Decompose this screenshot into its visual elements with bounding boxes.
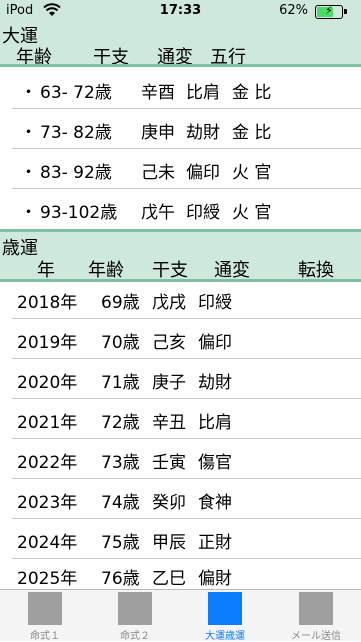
charging-bolt-icon: ⚡ (325, 4, 333, 17)
saiun-header-topline (0, 229, 361, 232)
saiun-age: 70歳 (101, 333, 140, 353)
taiun-kanshi: 戊午 (141, 203, 175, 223)
saiun-tsuhen: 偏印 (198, 333, 232, 353)
meishiki-1-icon (28, 592, 62, 625)
taiun-kanshi: 庚申 (141, 123, 175, 143)
saiun-kanshi: 癸卯 (152, 493, 186, 513)
saiun-year: 2023年 (17, 493, 78, 513)
meishiki-2-icon (118, 592, 152, 625)
taiun-age: 73- 82歳 (40, 123, 112, 143)
tab-meishiki-2[interactable]: 命式２ (90, 590, 180, 642)
taiun-tsuhen: 偏印 (186, 163, 220, 183)
taiun-age: 63- 72歳 (40, 83, 112, 103)
taiun-age: 83- 92歳 (40, 163, 112, 183)
saiun-row: 2020年 71歳 庚子 劫財 (0, 359, 361, 399)
saiun-age: 76歳 (101, 569, 140, 589)
saiun-row: 2023年 74歳 癸卯 食神 (0, 479, 361, 519)
taiun-row: ・ 73- 82歳 庚申 劫財 金 比 (0, 109, 361, 149)
taiun-gogyo: 金 比 (232, 83, 272, 103)
saiun-year: 2025年 (17, 569, 78, 589)
saiun-tsuhen: 印綬 (198, 293, 232, 313)
saiun-kanshi: 庚子 (152, 373, 186, 393)
saiun-year: 2019年 (17, 333, 78, 353)
saiun-tsuhen: 傷官 (198, 453, 232, 473)
taiun-kanshi: 己未 (141, 163, 175, 183)
taiun-tsuhen: 印綬 (186, 203, 220, 223)
saiun-tsuhen: 偏財 (198, 569, 232, 589)
row-bullet: ・ (20, 163, 37, 183)
saiun-tsuhen: 食神 (198, 493, 232, 513)
saiun-row: 2021年 72歳 辛丑 比肩 (0, 399, 361, 439)
saiun-year: 2018年 (17, 293, 78, 313)
saiun-age: 72歳 (101, 413, 140, 433)
saiun-kanshi: 戊戌 (152, 293, 186, 313)
taiun-header: 大運 年齢 干支 通変 五行 (0, 22, 361, 68)
saiun-tsuhen: 比肩 (198, 413, 232, 433)
saiun-year: 2022年 (17, 453, 78, 473)
saiun-row: 2024年 75歳 甲辰 正財 (0, 519, 361, 559)
saiun-year: 2020年 (17, 373, 78, 393)
taiun-gogyo: 金 比 (232, 123, 272, 143)
saiun-year: 2024年 (17, 533, 78, 553)
tab-bar: 命式１ 命式２ 大運歳運 メール送信 (0, 589, 361, 642)
saiun-header: 歳運 年 年齢 干支 通変 転換 (0, 229, 361, 282)
row-bullet: ・ (20, 203, 37, 223)
taiun-row: ・ 83- 92歳 己未 偏印 火 官 (0, 149, 361, 189)
row-bullet: ・ (20, 83, 37, 103)
saiun-title: 歳運 (2, 238, 38, 259)
taiun-tsuhen: 比肩 (186, 83, 220, 103)
saiun-tsuhen: 正財 (198, 533, 232, 553)
saiun-tsuhen: 劫財 (198, 373, 232, 393)
saiun-row: 2022年 73歳 壬寅 傷官 (0, 439, 361, 479)
taiun-gogyo: 火 官 (232, 203, 272, 223)
taiun-header-line (0, 64, 361, 67)
battery-tip (344, 9, 347, 14)
saiun-age: 74歳 (101, 493, 140, 513)
saiun-kanshi: 壬寅 (152, 453, 186, 473)
saiun-age: 75歳 (101, 533, 140, 553)
battery-percent: 62% (279, 3, 308, 18)
taiun-tsuhen: 劫財 (186, 123, 220, 143)
tab-taiun-saiun[interactable]: 大運歳運 (180, 590, 270, 642)
saiun-row: 2019年 70歳 己亥 偏印 (0, 319, 361, 359)
mail-icon (299, 592, 333, 625)
taiun-saiun-icon (208, 592, 242, 625)
taiun-row: ・ 63- 72歳 辛酉 比肩 金 比 (0, 69, 361, 109)
taiun-age: 93-102歳 (40, 203, 118, 223)
saiun-age: 73歳 (101, 453, 140, 473)
taiun-gogyo: 火 官 (232, 163, 272, 183)
saiun-row: 2018年 69歳 戊戌 印綬 (0, 279, 361, 319)
tab-meishiki-1[interactable]: 命式１ (0, 590, 90, 642)
row-bullet: ・ (20, 123, 37, 143)
saiun-kanshi: 乙巳 (152, 569, 186, 589)
taiun-row: ・ 93-102歳 戊午 印綬 火 官 (0, 189, 361, 229)
saiun-kanshi: 己亥 (152, 333, 186, 353)
saiun-kanshi: 辛丑 (152, 413, 186, 433)
saiun-age: 71歳 (101, 373, 140, 393)
saiun-year: 2021年 (17, 413, 78, 433)
saiun-kanshi: 甲辰 (152, 533, 186, 553)
saiun-age: 69歳 (101, 293, 140, 313)
battery-icon: ⚡ (315, 4, 343, 19)
tab-send-mail[interactable]: メール送信 (271, 590, 361, 642)
status-bar: iPod 17:33 62% ⚡ (0, 0, 361, 22)
taiun-kanshi: 辛酉 (141, 83, 175, 103)
